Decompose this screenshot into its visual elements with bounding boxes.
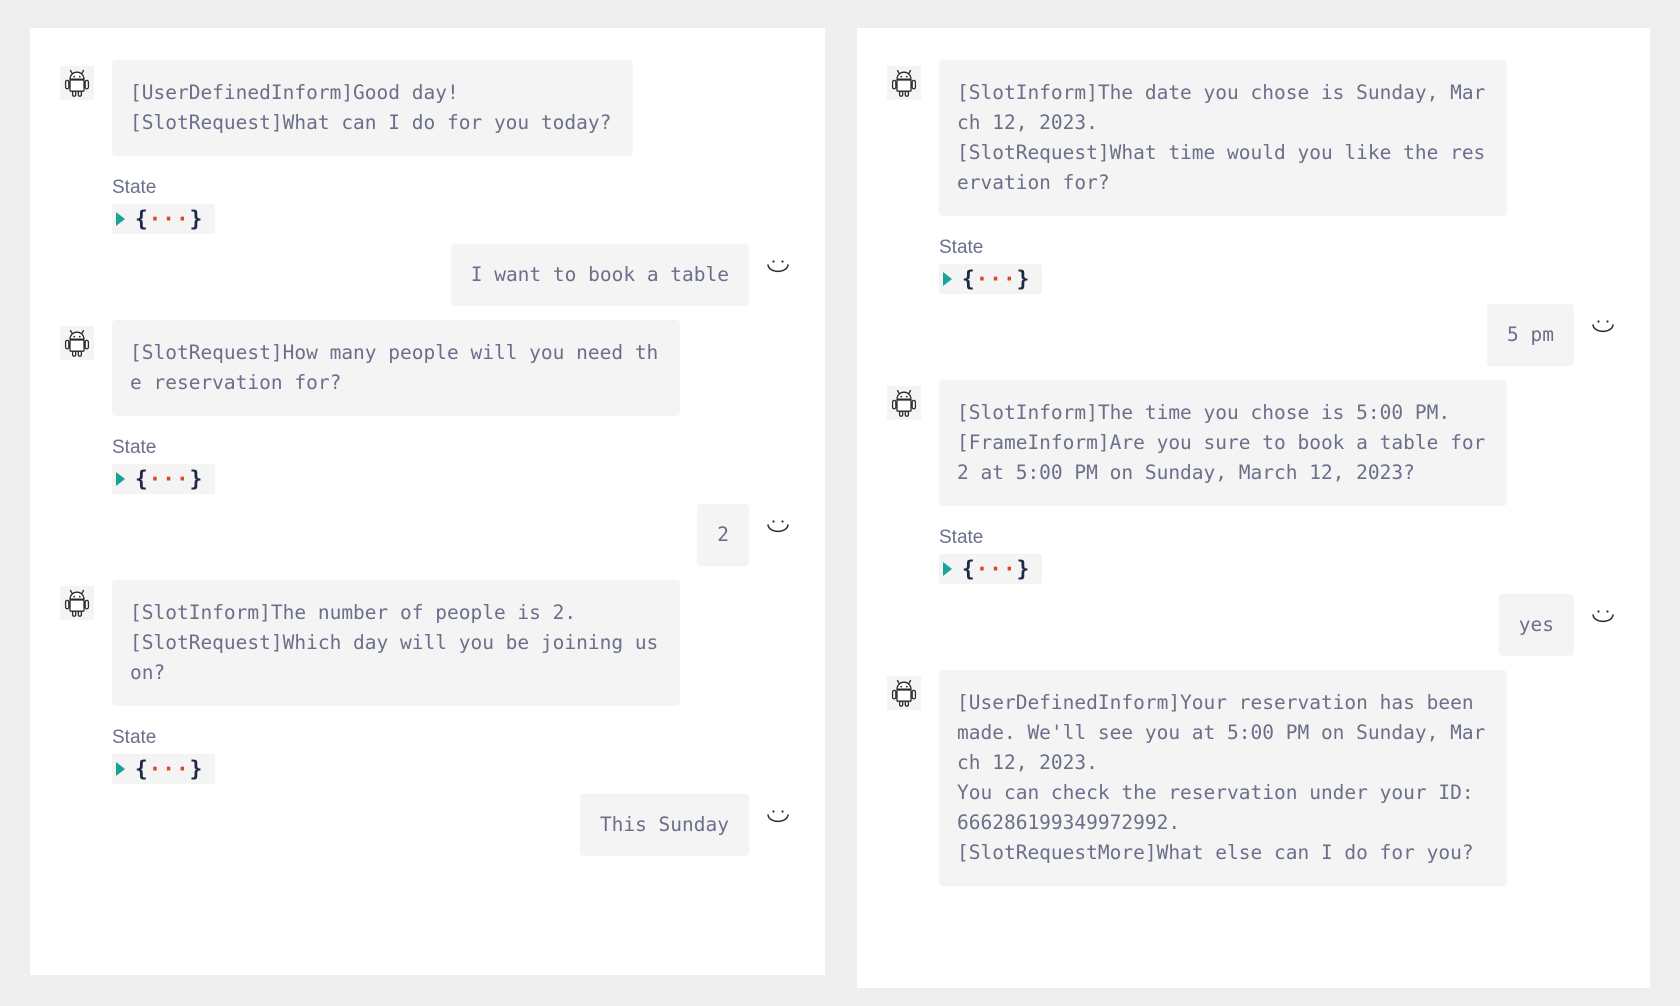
collapsed-dots: ··· <box>148 467 190 491</box>
state-block: State {···} <box>112 726 795 784</box>
collapsed-object-text: {···} <box>962 557 1031 581</box>
collapsed-object-text: {···} <box>135 757 204 781</box>
smiley-face-icon <box>1586 600 1620 634</box>
state-label: State <box>112 437 157 458</box>
user-message-bubble: This Sunday <box>579 794 749 856</box>
state-label: State <box>939 237 984 258</box>
play-triangle-icon[interactable] <box>943 562 952 576</box>
android-robot-icon <box>887 676 921 710</box>
user-turn: yes <box>887 594 1620 656</box>
bot-message-bubble: [UserDefinedInform]Your reservation has … <box>939 670 1508 886</box>
smiley-face-icon <box>761 250 795 284</box>
collapsed-dots: ··· <box>148 207 190 231</box>
state-collapsed-object[interactable]: {···} <box>939 264 1043 294</box>
android-robot-icon <box>887 386 921 420</box>
smiley-face-icon <box>761 510 795 544</box>
collapsed-object-text: {···} <box>135 207 204 231</box>
state-collapsed-object[interactable]: {···} <box>112 464 216 494</box>
play-triangle-icon[interactable] <box>116 212 125 226</box>
smiley-face-icon <box>1586 310 1620 344</box>
user-turn: 5 pm <box>887 304 1620 366</box>
bot-message-bubble: [UserDefinedInform]Good day! [SlotReques… <box>112 60 634 156</box>
bot-turn: [SlotInform]The number of people is 2. [… <box>60 580 795 706</box>
state-label: State <box>112 727 157 748</box>
bot-message-bubble: [SlotInform]The number of people is 2. [… <box>112 580 681 706</box>
play-triangle-icon[interactable] <box>943 272 952 286</box>
android-robot-icon <box>60 66 94 100</box>
android-robot-icon <box>60 326 94 360</box>
collapsed-dots: ··· <box>975 267 1017 291</box>
bot-turn: [SlotRequest]How many people will you ne… <box>60 320 795 416</box>
user-message-bubble: 5 pm <box>1487 304 1574 366</box>
collapsed-dots: ··· <box>148 757 190 781</box>
collapsed-dots: ··· <box>975 557 1017 581</box>
bot-turn: [SlotInform]The date you chose is Sunday… <box>887 60 1620 216</box>
collapsed-object-text: {···} <box>135 467 204 491</box>
user-message-bubble: I want to book a table <box>450 244 749 306</box>
conversation-panel-left: [UserDefinedInform]Good day! [SlotReques… <box>30 28 825 975</box>
state-label: State <box>112 177 157 198</box>
state-collapsed-object[interactable]: {···} <box>939 554 1043 584</box>
state-collapsed-object[interactable]: {···} <box>112 754 216 784</box>
play-triangle-icon[interactable] <box>116 472 125 486</box>
state-collapsed-object[interactable]: {···} <box>112 204 216 234</box>
user-turn: 2 <box>60 504 795 566</box>
bot-turn: [SlotInform]The time you chose is 5:00 P… <box>887 380 1620 506</box>
conversation-panel-right: [SlotInform]The date you chose is Sunday… <box>857 28 1650 988</box>
user-message-bubble: yes <box>1498 594 1574 656</box>
user-turn: I want to book a table <box>60 244 795 306</box>
collapsed-object-text: {···} <box>962 267 1031 291</box>
state-block: State {···} <box>939 236 1620 294</box>
android-robot-icon <box>60 586 94 620</box>
user-message-bubble: 2 <box>697 504 749 566</box>
state-block: State {···} <box>112 176 795 234</box>
play-triangle-icon[interactable] <box>116 762 125 776</box>
state-label: State <box>939 527 984 548</box>
android-robot-icon <box>887 66 921 100</box>
bot-message-bubble: [SlotInform]The time you chose is 5:00 P… <box>939 380 1508 506</box>
smiley-face-icon <box>761 800 795 834</box>
bot-message-bubble: [SlotRequest]How many people will you ne… <box>112 320 681 416</box>
transcript-page: [UserDefinedInform]Good day! [SlotReques… <box>0 0 1680 1006</box>
state-block: State {···} <box>939 526 1620 584</box>
bot-message-bubble: [SlotInform]The date you chose is Sunday… <box>939 60 1508 216</box>
user-turn: This Sunday <box>60 794 795 856</box>
bot-turn: [UserDefinedInform]Good day! [SlotReques… <box>60 60 795 156</box>
bot-turn: [UserDefinedInform]Your reservation has … <box>887 670 1620 886</box>
state-block: State {···} <box>112 436 795 494</box>
